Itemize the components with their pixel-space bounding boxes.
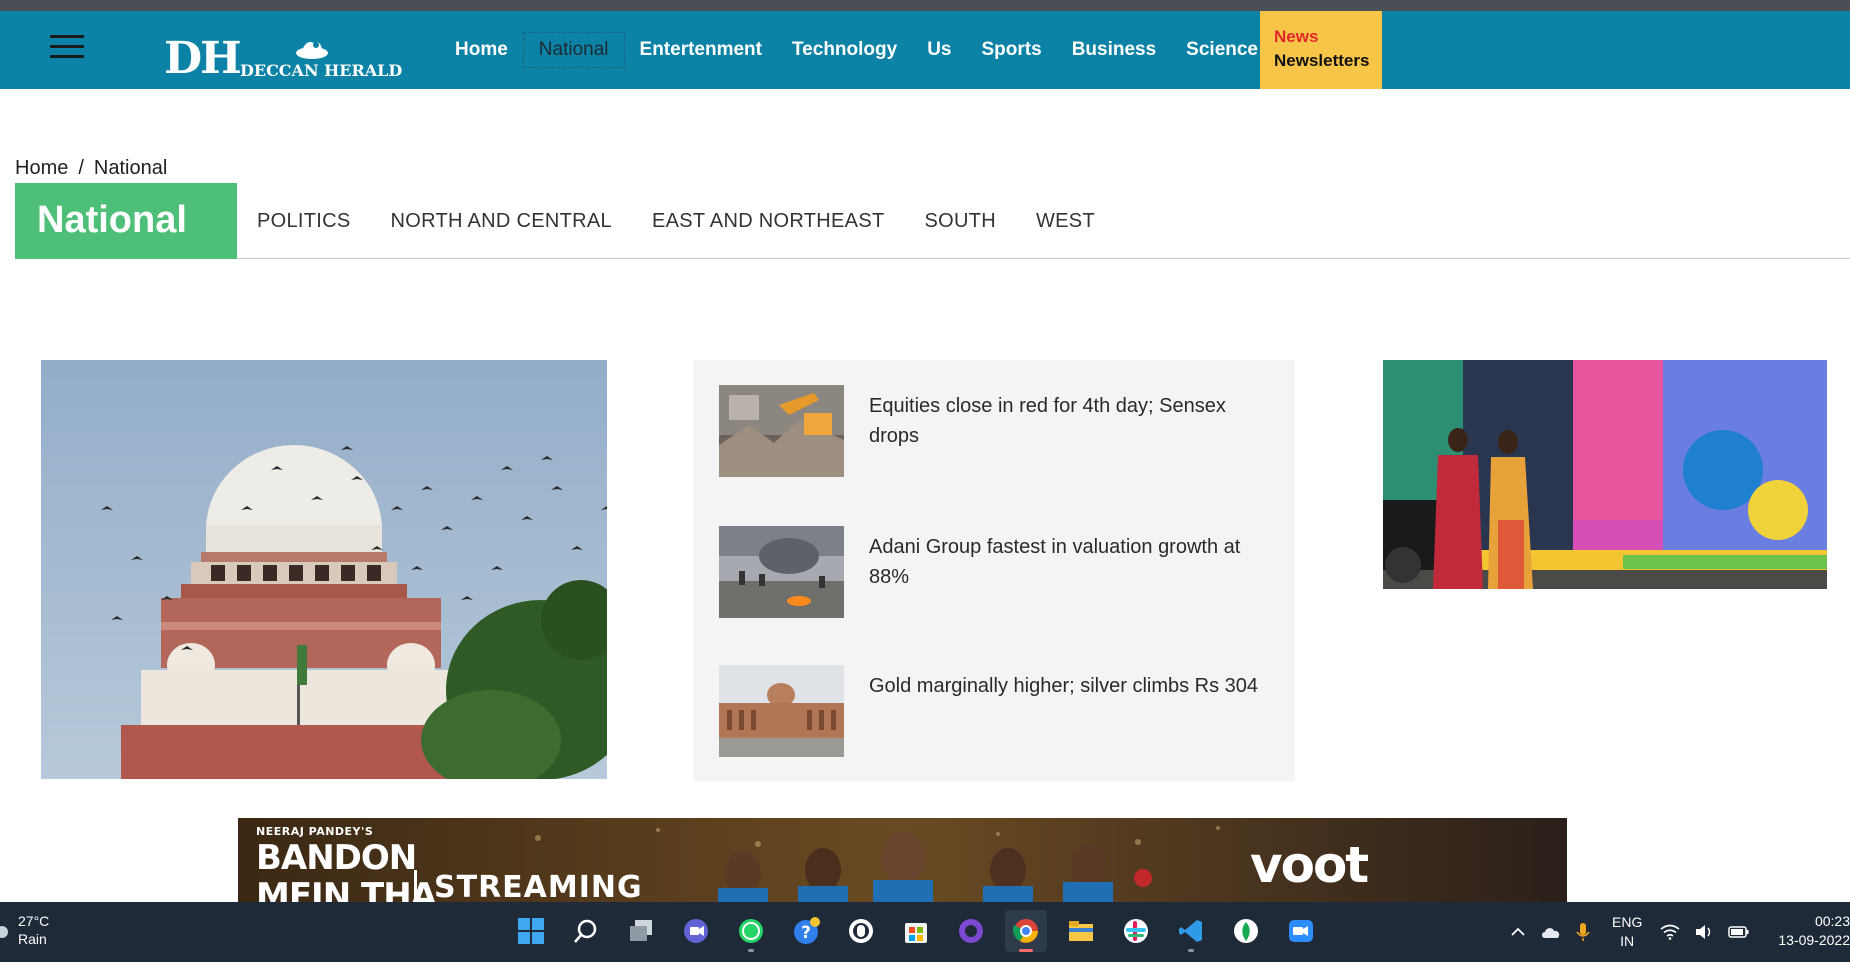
story-thumbnail[interactable] xyxy=(719,665,844,757)
breadcrumb-separator: / xyxy=(78,157,84,179)
language-region: IN xyxy=(1620,933,1635,949)
story-headline[interactable]: Adani Group fastest in valuation growth … xyxy=(869,532,1279,592)
ad-presenter: NEERAJ PANDEY'S xyxy=(256,825,374,838)
wifi-icon[interactable] xyxy=(1660,924,1680,940)
ad-brand: voot xyxy=(1250,836,1369,894)
windows-taskbar: 27°C Rain ? ENG IN 00:23 13-09-2022 xyxy=(0,902,1850,962)
clock[interactable]: 00:23 13-09-2022 xyxy=(1775,912,1850,950)
section-bar: National POLITICS NORTH AND CENTRAL EAST… xyxy=(15,183,1850,259)
copilot-icon[interactable] xyxy=(840,910,882,952)
subnav-north-and-central[interactable]: NORTH AND CENTRAL xyxy=(371,210,632,233)
breadcrumb-home[interactable]: Home xyxy=(15,157,68,180)
story-thumbnail[interactable] xyxy=(719,385,844,477)
language-indicator[interactable]: ENG IN xyxy=(1612,913,1642,951)
search-icon[interactable] xyxy=(565,910,607,952)
ad-title-line2: MEIN THA xyxy=(256,876,437,903)
nav-entertainment[interactable]: Entertenment xyxy=(625,33,777,67)
story-headline[interactable]: Equities close in red for 4th day; Sense… xyxy=(869,391,1279,451)
subnav-politics[interactable]: POLITICS xyxy=(237,210,371,233)
main-nav: Home National Entertenment Technology Us… xyxy=(440,11,1273,89)
story-item[interactable]: Gold marginally higher; silver climbs Rs… xyxy=(719,665,1279,757)
vscode-icon[interactable] xyxy=(1170,910,1212,952)
subnav-east-and-northeast[interactable]: EAST AND NORTHEAST xyxy=(632,210,905,233)
slack-icon[interactable] xyxy=(1115,910,1157,952)
ad-separator xyxy=(414,870,417,903)
story-headline[interactable]: Gold marginally higher; silver climbs Rs… xyxy=(869,671,1279,701)
taskbar-apps: ? xyxy=(510,910,1322,952)
lead-story-image[interactable] xyxy=(41,360,607,779)
ad-title-line1: BANDON xyxy=(256,838,417,878)
onedrive-icon[interactable] xyxy=(1540,924,1562,940)
story-item[interactable]: Adani Group fastest in valuation growth … xyxy=(719,526,1279,618)
nav-national[interactable]: National xyxy=(522,32,625,68)
menu-icon[interactable] xyxy=(50,33,86,63)
section-subnav: POLITICS NORTH AND CENTRAL EAST AND NORT… xyxy=(237,183,1115,259)
github-icon[interactable] xyxy=(950,910,992,952)
breadcrumb-current[interactable]: National xyxy=(94,157,167,180)
weather-temp: 27°C xyxy=(18,913,50,929)
subnav-south[interactable]: SOUTH xyxy=(904,210,1016,233)
weather-icon xyxy=(0,926,8,938)
chrome-icon[interactable] xyxy=(1005,910,1047,952)
nav-business[interactable]: Business xyxy=(1057,33,1171,67)
microsoft-store-icon[interactable] xyxy=(895,910,937,952)
browser-top-strip xyxy=(0,0,1850,11)
clock-time: 00:23 xyxy=(1814,913,1850,929)
teams-chat-icon[interactable] xyxy=(675,910,717,952)
top-stories-list: Equities close in red for 4th day; Sense… xyxy=(694,360,1295,781)
nav-science[interactable]: Science xyxy=(1171,33,1273,67)
chevron-up-icon[interactable] xyxy=(1510,924,1526,940)
nav-sports[interactable]: Sports xyxy=(967,33,1057,67)
newsletter-accent-text: News xyxy=(1274,27,1319,46)
task-view-icon[interactable] xyxy=(620,910,662,952)
whatsapp-icon[interactable] xyxy=(730,910,772,952)
logo-initials: DH xyxy=(164,33,242,84)
file-explorer-icon[interactable] xyxy=(1060,910,1102,952)
ad-streaming: STREAMING xyxy=(434,870,643,903)
logo-emblem-icon xyxy=(296,42,328,59)
site-header: DH DECCAN HERALD Home National Entertenm… xyxy=(0,11,1850,89)
language-code: ENG xyxy=(1612,914,1643,930)
breadcrumb: Home / National xyxy=(15,157,167,180)
section-title: National xyxy=(15,183,237,259)
newsletters-button[interactable]: News Newsletters xyxy=(1260,11,1382,89)
nav-us[interactable]: Us xyxy=(912,33,966,67)
side-story-image[interactable] xyxy=(1383,360,1827,589)
story-thumbnail[interactable] xyxy=(719,526,844,618)
zoom-icon[interactable] xyxy=(1280,910,1322,952)
svg-text:?: ? xyxy=(801,923,811,943)
newsletter-label: Newsletters xyxy=(1274,51,1370,70)
nav-technology[interactable]: Technology xyxy=(777,33,912,67)
battery-icon[interactable] xyxy=(1728,925,1750,939)
deccan-herald-logo[interactable]: DH DECCAN HERALD xyxy=(164,25,402,85)
help-icon[interactable]: ? xyxy=(785,910,827,952)
windows-start-icon[interactable] xyxy=(510,910,552,952)
weather-widget[interactable]: 27°C Rain xyxy=(0,912,49,948)
subnav-west[interactable]: WEST xyxy=(1016,210,1115,233)
mongodb-icon[interactable] xyxy=(1225,910,1267,952)
weather-desc: Rain xyxy=(18,931,47,947)
volume-icon[interactable] xyxy=(1694,924,1714,940)
system-tray: ENG IN xyxy=(1510,902,1764,962)
logo-name: DECCAN HERALD xyxy=(240,61,403,80)
advertisement-banner[interactable]: NEERAJ PANDEY'S BANDON MEIN THA STREAMIN… xyxy=(238,818,1567,903)
story-item[interactable]: Equities close in red for 4th day; Sense… xyxy=(719,385,1279,477)
nav-home[interactable]: Home xyxy=(440,33,523,67)
clock-date: 13-09-2022 xyxy=(1778,932,1850,948)
microphone-icon[interactable] xyxy=(1576,922,1590,942)
